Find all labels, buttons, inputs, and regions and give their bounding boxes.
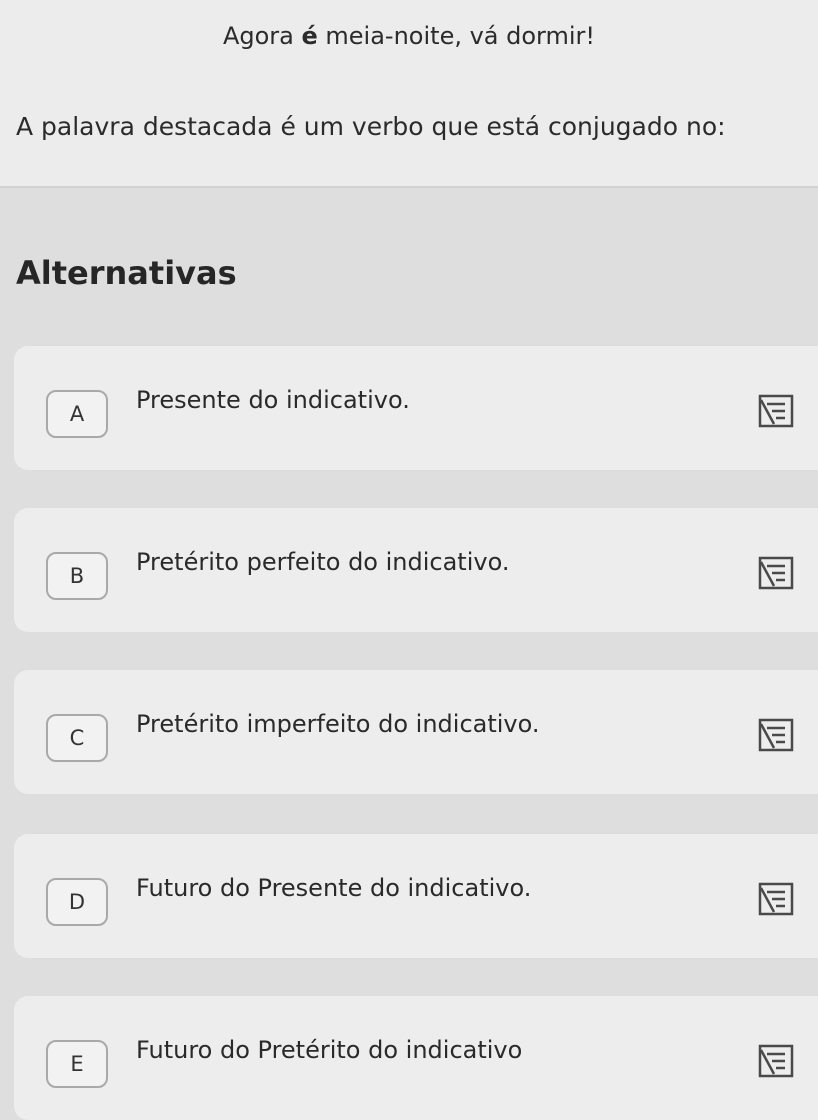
option-c[interactable]: C Pretérito imperfeito do indicativo. [14,670,818,794]
option-text: Futuro do Pretérito do indicativo [136,1036,523,1064]
option-d[interactable]: D Futuro do Presente do indicativo. [14,834,818,958]
option-text: Presente do indicativo. [136,386,410,414]
sentence-before: Agora [222,22,302,50]
option-e[interactable]: E Futuro do Pretérito do indicativo [14,996,818,1120]
question-sentence: Agora é meia-noite, vá dormir! [0,22,818,50]
option-letter[interactable]: D [46,878,108,926]
option-letter[interactable]: C [46,714,108,762]
strikethrough-icon[interactable] [758,394,794,428]
strikethrough-icon[interactable] [758,556,794,590]
option-text: Pretérito imperfeito do indicativo. [136,710,540,738]
question-panel: Agora é meia-noite, vá dormir! A palavra… [0,0,818,188]
option-a[interactable]: A Presente do indicativo. [14,346,818,470]
strikethrough-icon[interactable] [758,882,794,916]
option-b[interactable]: B Pretérito perfeito do indicativo. [14,508,818,632]
option-letter[interactable]: A [46,390,108,438]
highlighted-word: é [301,22,318,50]
question-prompt: A palavra destacada é um verbo que está … [16,112,726,141]
sentence-after: meia-noite, vá dormir! [317,22,596,50]
option-letter[interactable]: E [46,1040,108,1088]
strikethrough-icon[interactable] [758,1044,794,1078]
alternatives-heading: Alternativas [16,254,237,292]
option-text: Pretérito perfeito do indicativo. [136,548,510,576]
option-letter[interactable]: B [46,552,108,600]
option-text: Futuro do Presente do indicativo. [136,874,532,902]
strikethrough-icon[interactable] [758,718,794,752]
